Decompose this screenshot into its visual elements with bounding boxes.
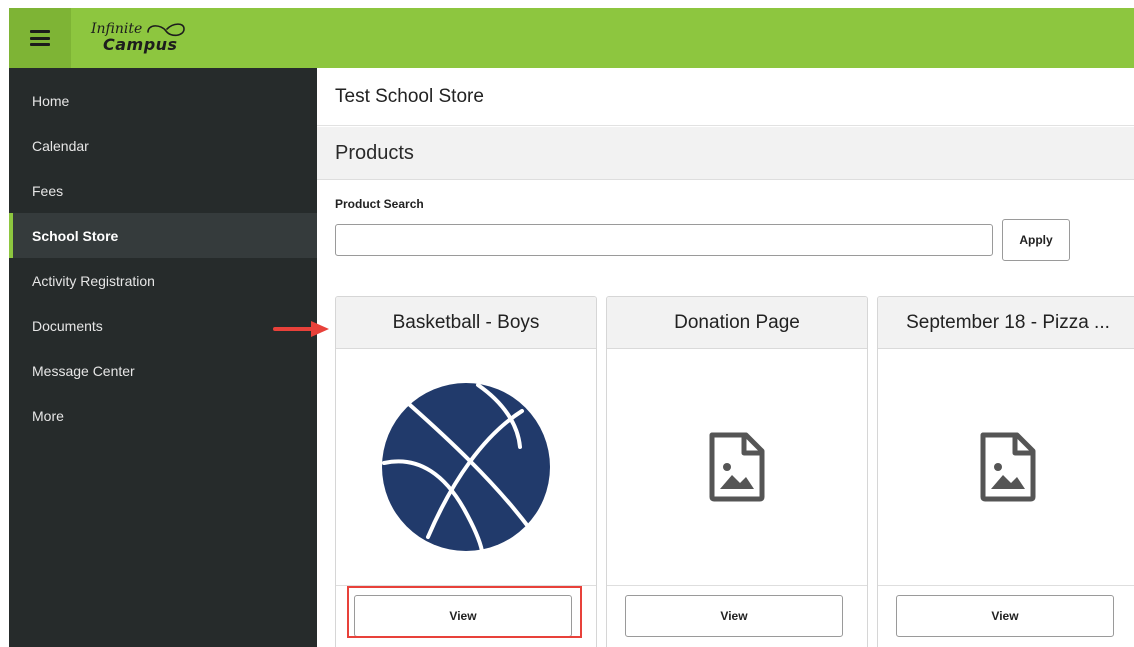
product-title: Basketball - Boys	[336, 297, 596, 349]
sidebar-nav: Home Calendar Fees School Store Activity…	[9, 68, 317, 647]
sidebar-item-message-center[interactable]: Message Center	[9, 348, 317, 393]
product-card: Basketball - Boys View	[335, 296, 597, 647]
card-footer: View	[607, 585, 867, 647]
sidebar-item-label: Activity Registration	[32, 272, 155, 289]
product-image[interactable]	[878, 349, 1134, 585]
sidebar-item-label: Message Center	[32, 362, 135, 379]
product-title: September 18 - Pizza ...	[878, 297, 1134, 349]
sidebar-item-label: Home	[32, 92, 70, 109]
basketball-icon	[382, 383, 550, 553]
sidebar-item-label: School Store	[32, 227, 119, 244]
product-title: Donation Page	[607, 297, 867, 349]
sidebar-item-school-store[interactable]: School Store	[9, 213, 317, 258]
top-header-bar: Infinite Campus	[9, 8, 1134, 68]
app-frame: Infinite Campus Home Calendar Fees Schoo…	[9, 8, 1134, 647]
card-footer: View	[878, 585, 1134, 647]
card-footer: View	[336, 585, 596, 647]
product-image[interactable]	[336, 349, 596, 585]
image-placeholder-icon	[709, 432, 765, 502]
view-button[interactable]: View	[625, 595, 843, 637]
main-content: Test School Store Products Product Searc…	[317, 68, 1134, 647]
section-title: Products	[317, 127, 1134, 180]
product-search-input[interactable]	[335, 224, 993, 256]
image-placeholder-icon	[980, 432, 1036, 502]
sidebar-item-calendar[interactable]: Calendar	[9, 123, 317, 168]
sidebar-item-activity-registration[interactable]: Activity Registration	[9, 258, 317, 303]
product-card: Donation Page View	[606, 296, 868, 647]
infinite-campus-logo[interactable]: Infinite Campus	[91, 20, 201, 56]
view-button[interactable]: View	[896, 595, 1114, 637]
product-card: September 18 - Pizza ... View	[877, 296, 1134, 647]
sidebar-item-more[interactable]: More	[9, 393, 317, 438]
sidebar-item-label: Fees	[32, 182, 64, 199]
product-search-label: Product Search	[335, 197, 424, 211]
page-title: Test School Store	[317, 68, 1134, 126]
sidebar-item-fees[interactable]: Fees	[9, 168, 317, 213]
sidebar-item-label: More	[32, 407, 64, 424]
view-button[interactable]: View	[354, 595, 572, 637]
menu-button[interactable]	[9, 8, 71, 68]
product-image[interactable]	[607, 349, 867, 585]
sidebar-item-label: Calendar	[32, 137, 89, 154]
sidebar-item-label: Documents	[32, 317, 103, 334]
apply-button[interactable]: Apply	[1002, 219, 1070, 261]
sidebar-item-home[interactable]: Home	[9, 78, 317, 123]
hamburger-icon	[30, 30, 50, 46]
infinity-logo-icon	[147, 23, 185, 37]
sidebar-item-documents[interactable]: Documents	[9, 303, 317, 348]
annotation-arrow-icon	[273, 321, 329, 337]
